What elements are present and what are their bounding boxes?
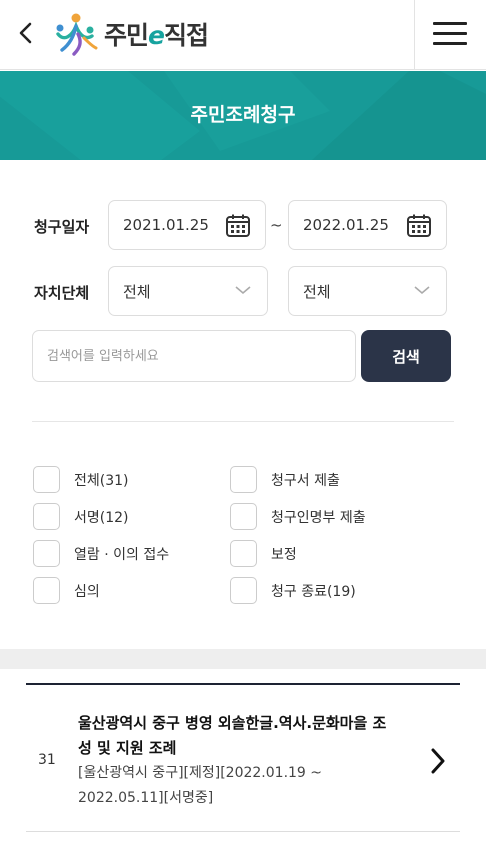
checkbox-box[interactable]	[33, 466, 60, 493]
checkbox-signature[interactable]: 서명(12)	[33, 503, 129, 530]
checkbox-label: 서명(12)	[74, 509, 129, 526]
date-to-value: 2022.01.25	[303, 216, 389, 234]
page-title: 주민조례청구	[190, 104, 296, 126]
header-divider	[414, 0, 415, 70]
checkbox-petition-submitted[interactable]: 청구서 제출	[230, 466, 340, 493]
checkbox-inspection[interactable]: 열람 · 이의 접수	[33, 540, 169, 567]
checkbox-label: 청구서 제출	[271, 472, 340, 489]
hamburger-menu-icon[interactable]	[433, 22, 467, 48]
checkbox-box[interactable]	[230, 540, 257, 567]
date-from-field[interactable]: 2021.01.25	[108, 200, 266, 250]
item-meta: [울산광역시 중구][제정][2022.01.19 ~ 2022.05.11][…	[78, 765, 323, 806]
checkbox-label: 열람 · 이의 접수	[74, 546, 170, 563]
checkbox-box[interactable]	[230, 466, 257, 493]
checkbox-label: 전체(31)	[74, 472, 129, 489]
section-spacer	[0, 649, 486, 669]
checkbox-box[interactable]	[230, 577, 257, 604]
app-header: 주민e직접	[0, 0, 486, 70]
calendar-icon[interactable]	[225, 213, 251, 239]
checkbox-correction[interactable]: 보정	[230, 540, 297, 567]
checkbox-label: 청구 종료(19)	[271, 583, 356, 600]
list-item[interactable]: 31 울산광역시 중구 병영 외솔한글.역사.문화마을 조성 및 지원 조례 […	[26, 685, 460, 831]
item-title[interactable]: 울산광역시 중구 병영 외솔한글.역사.문화마을 조성 및 지원 조례	[78, 711, 398, 761]
date-to-field[interactable]: 2022.01.25	[288, 200, 447, 250]
item-number: 31	[38, 752, 56, 768]
checkbox-label: 보정	[271, 546, 297, 563]
checkbox-label: 심의	[74, 583, 100, 600]
list-bottom-border	[26, 831, 460, 832]
calendar-icon[interactable]	[406, 213, 432, 239]
region-label: 자치단체	[34, 284, 90, 302]
checkbox-review[interactable]: 심의	[33, 577, 100, 604]
checkbox-closed[interactable]: 청구 종료(19)	[230, 577, 356, 604]
region-select-2-value: 전체	[303, 282, 331, 301]
back-arrow-icon[interactable]	[16, 20, 38, 46]
region-select-1[interactable]: 전체	[108, 266, 268, 316]
search-input[interactable]	[32, 330, 356, 382]
checkbox-box[interactable]	[33, 577, 60, 604]
logo-text: 주민e직접	[104, 21, 209, 50]
chevron-down-icon	[235, 286, 251, 295]
checkbox-box[interactable]	[33, 503, 60, 530]
site-logo[interactable]: 주민e직접	[52, 10, 209, 58]
date-label: 청구일자	[34, 218, 90, 236]
date-from-value: 2021.01.25	[123, 216, 209, 234]
region-select-1-value: 전체	[123, 282, 151, 301]
logo-mark-icon	[56, 13, 98, 56]
section-divider	[32, 421, 454, 422]
chevron-down-icon	[414, 286, 430, 295]
checkbox-label: 청구인명부 제출	[271, 509, 366, 526]
region-select-2[interactable]: 전체	[288, 266, 447, 316]
page-banner: 주민조례청구	[0, 71, 486, 160]
date-range-separator: ~	[270, 216, 283, 234]
checkbox-roster-submitted[interactable]: 청구인명부 제출	[230, 503, 366, 530]
chevron-right-icon[interactable]	[428, 745, 448, 777]
checkbox-box[interactable]	[230, 503, 257, 530]
checkbox-box[interactable]	[33, 540, 60, 567]
checkbox-all[interactable]: 전체(31)	[33, 466, 129, 493]
search-button[interactable]: 검색	[361, 330, 451, 382]
